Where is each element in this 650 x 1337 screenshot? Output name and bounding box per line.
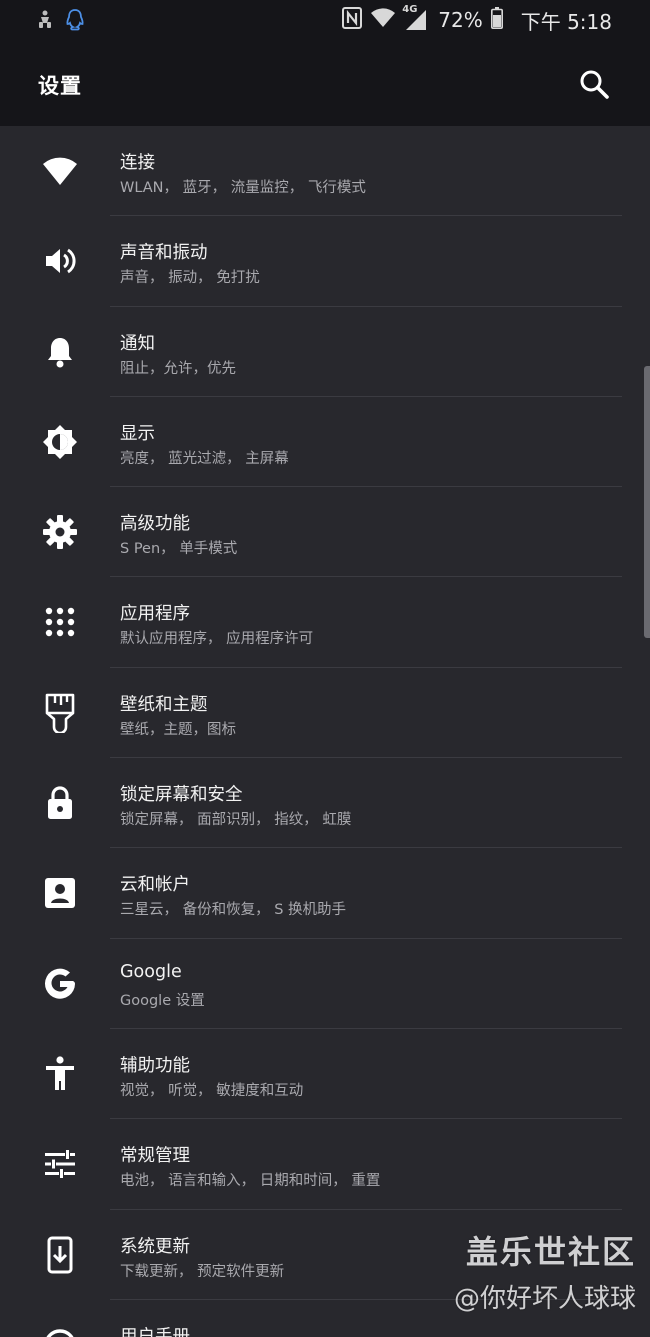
settings-item-apps[interactable]: 应用程序 默认应用程序， 应用程序许可 [0,577,650,668]
settings-item-display[interactable]: 显示 亮度， 蓝光过滤， 主屏幕 [0,397,650,488]
brightness-icon [40,422,80,462]
nfc-icon [342,6,363,34]
settings-item-wallpaper-themes[interactable]: 壁纸和主题 壁纸，主题，图标 [0,668,650,759]
settings-item-summary: Google 设置 [120,992,205,1009]
apps-grid-icon [40,602,80,642]
settings-item-advanced[interactable]: 高级功能 S Pen， 单手模式 [0,487,650,578]
wifi-icon [40,151,80,191]
signal-4g-icon: 4G [402,4,430,32]
settings-item-summary: 电池， 语言和输入， 日期和时间， 重置 [120,1173,381,1190]
settings-item-title: 壁纸和主题 [120,694,208,715]
status-bar: 4G 72% 下午 5:18 [0,0,650,40]
status-bar-left [36,8,86,36]
status-bar-right: 4G 72% 下午 5:18 [342,4,612,34]
accessibility-icon [40,1054,80,1094]
qq-notification-icon [64,8,86,36]
settings-item-summary: 视觉， 听觉， 敏捷度和互动 [120,1082,304,1099]
settings-item-summary: 声音， 振动， 免打扰 [120,270,260,287]
sliders-icon [40,1144,80,1184]
settings-item-title: 声音和振动 [120,243,208,264]
settings-item-summary: 阻止，允许，优先 [120,360,236,377]
help-icon: ? [40,1325,80,1337]
settings-item-notifications[interactable]: 通知 阻止，允许，优先 [0,307,650,397]
settings-item-connections[interactable]: 连接 WLAN， 蓝牙， 流量监控， 飞行模式 [0,126,650,217]
watermark-sub: @你好坏人球球 [453,1284,636,1314]
volume-icon [40,241,80,281]
settings-item-title: 通知 [120,333,155,354]
settings-item-summary: WLAN， 蓝牙， 流量监控， 飞行模式 [120,180,366,196]
account-icon [40,873,80,913]
wifi-status-icon [370,7,396,34]
settings-item-summary: 下载更新， 预定软件更新 [120,1263,285,1280]
settings-item-cloud-accounts[interactable]: 云和帐户 三星云， 备份和恢复， S 换机助手 [0,848,650,939]
bell-icon [40,332,80,372]
settings-item-summary: S Pen， 单手模式 [120,541,238,558]
app-bar: 设置 [0,40,650,126]
search-icon [580,70,609,99]
settings-item-summary: 三星云， 备份和恢复， S 换机助手 [120,902,347,919]
watermark-main: 盖乐世社区 [465,1233,636,1271]
scrollbar-thumb[interactable] [644,366,650,638]
page-title: 设置 [38,74,82,98]
settings-item-title: 用户手册 [120,1326,190,1337]
gear-icon [40,512,80,552]
settings-item-title: 显示 [120,423,155,444]
settings-screen: 4G 72% 下午 5:18 设置 连接 WLAN， 蓝牙， 流量监控， 飞行模… [0,0,650,1337]
system-update-icon [40,1235,80,1275]
settings-item-google[interactable]: Google Google 设置 [0,939,650,1029]
settings-item-lock-screen-security[interactable]: 锁定屏幕和安全 锁定屏幕， 面部识别， 指纹， 虹膜 [0,758,650,849]
settings-item-title: 锁定屏幕和安全 [120,785,243,806]
settings-item-title: 辅助功能 [120,1055,190,1076]
settings-item-summary: 锁定屏幕， 面部识别， 指纹， 虹膜 [120,812,352,829]
settings-item-general-management[interactable]: 常规管理 电池， 语言和输入， 日期和时间， 重置 [0,1119,650,1210]
settings-item-title: 云和帐户 [120,875,190,896]
google-icon [40,964,80,1004]
search-button[interactable] [574,64,614,104]
lock-icon [40,783,80,823]
battery-percent: 72% [438,8,483,32]
settings-list: 连接 WLAN， 蓝牙， 流量监控， 飞行模式 声音和振动 声音， 振动， 免打… [0,126,650,1337]
settings-item-summary: 默认应用程序， 应用程序许可 [120,631,314,648]
paint-brush-icon [40,693,80,733]
status-clock: 下午 5:18 [520,9,612,34]
settings-item-summary: 壁纸，主题，图标 [120,721,236,738]
settings-item-accessibility[interactable]: 辅助功能 视觉， 听觉， 敏捷度和互动 [0,1029,650,1120]
battery-icon [490,6,503,34]
usb-debug-icon [36,9,54,35]
settings-item-title: 系统更新 [120,1236,190,1257]
settings-item-title: 常规管理 [120,1146,190,1167]
settings-item-title: Google [120,961,182,982]
settings-item-title: 高级功能 [120,514,190,535]
settings-item-title: 连接 [120,153,155,173]
settings-item-title: 应用程序 [120,604,190,625]
settings-item-summary: 亮度， 蓝光过滤， 主屏幕 [120,450,289,467]
network-type-label: 4G [402,4,418,15]
settings-item-sound[interactable]: 声音和振动 声音， 振动， 免打扰 [0,216,650,307]
